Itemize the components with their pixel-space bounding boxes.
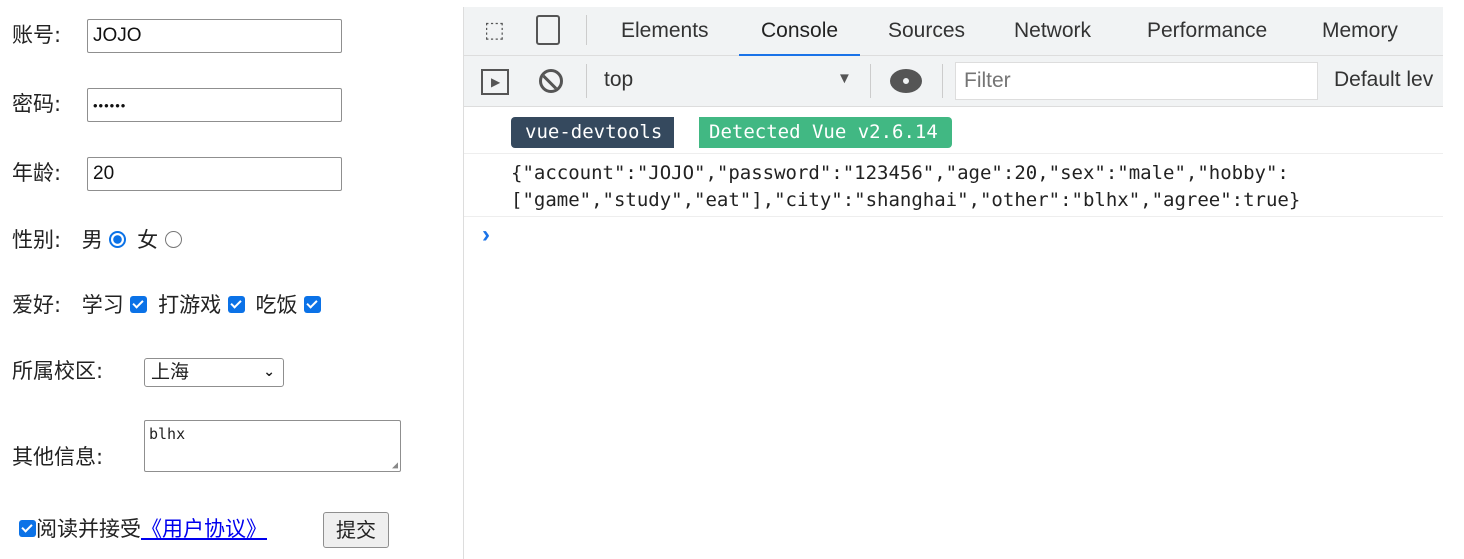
- devtools-panel: ⬚ Elements Console Sources Network Perfo…: [463, 7, 1443, 559]
- account-label: 账号:: [12, 23, 62, 47]
- password-input[interactable]: [87, 88, 342, 122]
- hobby-eat-checkbox[interactable]: [304, 296, 322, 313]
- agree-text: 阅读并接受: [36, 517, 141, 541]
- context-dropdown-icon[interactable]: ▼: [837, 70, 852, 87]
- console-prompt-icon[interactable]: ›: [482, 221, 490, 249]
- sidebar-toggle-icon[interactable]: ▶: [481, 69, 509, 95]
- devtools-tabbar: ⬚ Elements Console Sources Network Perfo…: [464, 7, 1443, 56]
- console-filter-input[interactable]: [955, 62, 1318, 100]
- other-value: blhx: [149, 425, 186, 443]
- other-textarea[interactable]: blhx ◢: [144, 420, 401, 472]
- agree-checkbox[interactable]: [19, 520, 36, 537]
- campus-select[interactable]: 上海 ⌄: [144, 358, 284, 387]
- clear-console-icon[interactable]: [539, 69, 563, 93]
- other-label: 其他信息:: [12, 445, 104, 469]
- hobby-row: 爱好: 学习 打游戏 吃饭: [12, 292, 322, 318]
- campus-label: 所属校区:: [12, 359, 104, 383]
- sex-label: 性别:: [12, 228, 62, 252]
- submit-button[interactable]: 提交: [323, 512, 389, 548]
- campus-selected-value: 上海: [151, 361, 190, 383]
- agree-row: 阅读并接受《用户协议》: [19, 516, 267, 542]
- tab-elements[interactable]: Elements: [621, 7, 709, 56]
- tab-network[interactable]: Network: [1014, 7, 1091, 56]
- console-toolbar: ▶ top ▼ Default lev: [464, 56, 1443, 107]
- hobby-label: 爱好:: [12, 293, 62, 317]
- hobby-game-label: 打游戏: [158, 293, 222, 317]
- live-expression-eye-icon[interactable]: [890, 69, 922, 93]
- vue-version-badge: Detected Vue v2.6.14: [699, 117, 952, 148]
- password-label: 密码:: [12, 92, 62, 116]
- hobby-eat-label: 吃饭: [255, 293, 298, 317]
- age-label: 年龄:: [12, 161, 62, 185]
- hobby-study-label: 学习: [81, 293, 124, 317]
- user-agreement-link[interactable]: 《用户协议》: [141, 517, 267, 541]
- context-selector[interactable]: top: [604, 68, 633, 92]
- tab-memory[interactable]: Memory: [1322, 7, 1398, 56]
- sex-row: 性别: 男 女: [12, 227, 182, 253]
- sex-female-radio[interactable]: [164, 231, 182, 248]
- console-message-vue: vue-devtools Detected Vue v2.6.14: [464, 117, 1443, 154]
- tab-performance[interactable]: Performance: [1147, 7, 1267, 56]
- sex-female-label: 女: [137, 228, 159, 252]
- hobby-game-checkbox[interactable]: [227, 296, 245, 313]
- inspect-element-icon[interactable]: ⬚: [484, 17, 505, 43]
- chevron-down-icon: ⌄: [263, 364, 275, 380]
- sex-male-label: 男: [81, 228, 103, 252]
- age-input[interactable]: [87, 157, 342, 191]
- sex-male-radio[interactable]: [109, 231, 127, 248]
- log-levels-dropdown[interactable]: Default lev: [1334, 68, 1433, 92]
- log-line: ["game","study","eat"],"city":"shanghai"…: [511, 189, 1301, 211]
- hobby-study-checkbox[interactable]: [130, 296, 148, 313]
- tab-sources[interactable]: Sources: [888, 7, 965, 56]
- account-input[interactable]: [87, 19, 342, 53]
- tab-console[interactable]: Console: [739, 7, 861, 56]
- console-log-json: {"account":"JOJO","password":"123456","a…: [511, 160, 1300, 214]
- vue-devtools-badge: vue-devtools: [511, 117, 675, 148]
- device-toolbar-icon[interactable]: [536, 15, 560, 45]
- resize-handle-icon[interactable]: ◢: [392, 460, 398, 471]
- log-line: {"account":"JOJO","password":"123456","a…: [511, 162, 1289, 184]
